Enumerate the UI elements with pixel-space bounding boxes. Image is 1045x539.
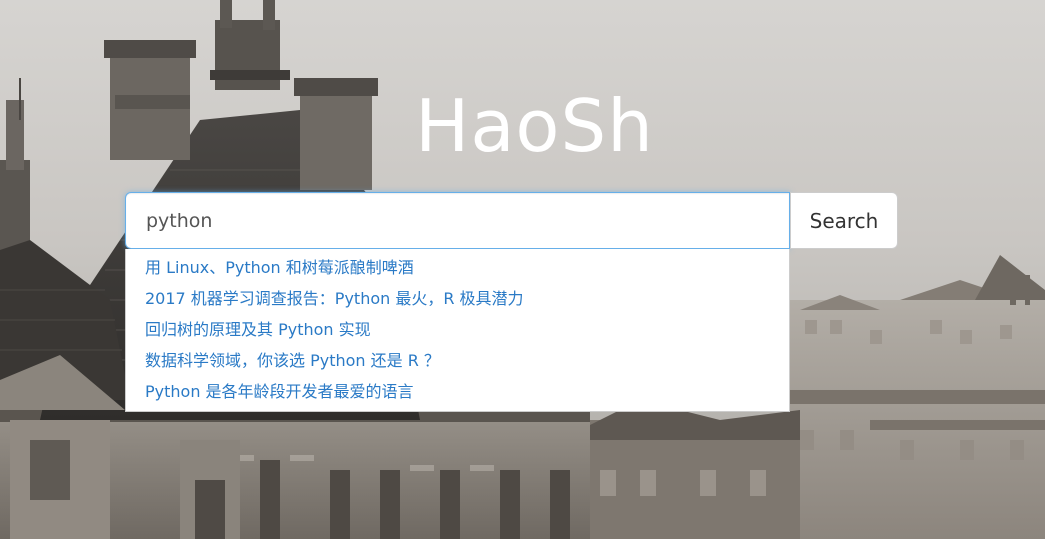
search-button[interactable]: Search bbox=[790, 192, 898, 249]
suggestion-item[interactable]: 2017 机器学习调查报告：Python 最火，R 极具潜力 bbox=[126, 283, 789, 314]
suggestion-item[interactable]: Python 是各年龄段开发者最爱的语言 bbox=[126, 376, 789, 407]
suggestion-item[interactable]: 回归树的原理及其 Python 实现 bbox=[126, 314, 789, 345]
search-input[interactable] bbox=[125, 192, 790, 249]
suggestion-item[interactable]: 用 Linux、Python 和树莓派酿制啤酒 bbox=[126, 252, 789, 283]
suggestion-item[interactable]: 数据科学领域，你该选 Python 还是 R ？ bbox=[126, 345, 789, 376]
site-title: HaoSh bbox=[415, 84, 654, 168]
autocomplete-dropdown: 用 Linux、Python 和树莓派酿制啤酒 2017 机器学习调查报告：Py… bbox=[125, 249, 790, 412]
